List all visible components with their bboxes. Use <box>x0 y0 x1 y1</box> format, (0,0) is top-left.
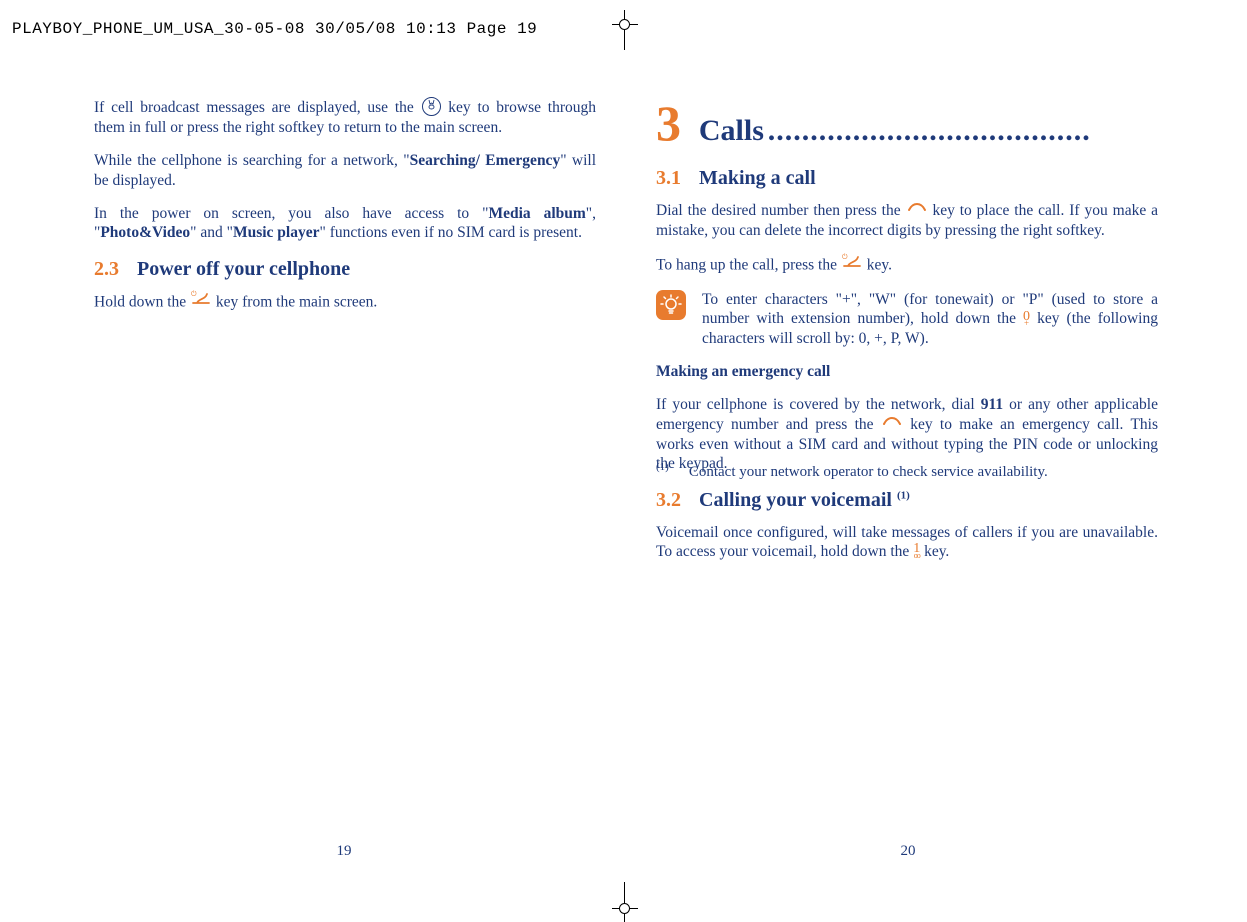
text-bold: Media album <box>488 205 585 222</box>
page-number-left: 19 <box>324 843 364 860</box>
para-searching: While the cellphone is searching for a n… <box>94 151 596 190</box>
section-number: 2.3 <box>94 258 119 280</box>
tip-text: To enter characters "+", "W" (for tonewa… <box>702 290 1158 348</box>
chapter-title: Calls <box>699 112 764 150</box>
section-number: 3.2 <box>656 489 681 511</box>
section-title: Making a call <box>699 167 816 189</box>
text: In the power on screen, you also have ac… <box>94 205 488 222</box>
bunny-key-icon <box>422 97 441 116</box>
tip-bulb-icon <box>656 290 686 320</box>
print-header: PLAYBOY_PHONE_UM_USA_30-05-08 30/05/08 1… <box>12 20 537 38</box>
section-3-2-heading: 3.2 Calling your voicemail (1) <box>656 488 1158 513</box>
text-bold: 911 <box>981 396 1003 413</box>
crop-mark-bottom <box>612 882 638 922</box>
text-bold: Music player <box>233 224 320 241</box>
text: " functions even if no SIM card is prese… <box>320 224 582 241</box>
section-title: Calling your voicemail <box>699 489 897 511</box>
end-key-icon: ⏻ <box>842 253 862 274</box>
page-20: 3 Calls ................................… <box>656 98 1158 575</box>
text-bold: Photo&Video <box>100 224 190 241</box>
call-key-icon <box>882 414 902 433</box>
section-3-1-heading: 3.1 Making a call <box>656 166 1158 191</box>
page-19: If cell broadcast messages are displayed… <box>94 98 596 327</box>
para-dial: Dial the desired number then press the k… <box>656 201 1158 241</box>
svg-text:⏻: ⏻ <box>842 253 848 261</box>
text: If your cellphone is covered by the netw… <box>656 396 981 413</box>
text: Dial the desired number then press the <box>656 202 906 219</box>
svg-text:⏻: ⏻ <box>191 290 197 298</box>
text: If cell broadcast messages are displayed… <box>94 99 421 116</box>
page-number-right: 20 <box>888 843 928 860</box>
text: key from the main screen. <box>216 293 377 310</box>
emergency-heading: Making an emergency call <box>656 362 1158 381</box>
one-key-icon: 1oo <box>913 543 920 560</box>
text: Hold down the <box>94 293 190 310</box>
footnote: (1) Contact your network operator to chec… <box>656 461 1048 482</box>
text: key. <box>867 256 892 273</box>
call-key-icon <box>907 200 927 219</box>
para-broadcast: If cell broadcast messages are displayed… <box>94 98 596 137</box>
para-voicemail: Voicemail once configured, will take mes… <box>656 523 1158 562</box>
crop-mark-top <box>612 10 638 50</box>
footnote-marker: (1) <box>656 461 669 473</box>
para-poweron: In the power on screen, you also have ac… <box>94 204 596 243</box>
chapter-dots: ...................................... <box>768 112 1091 150</box>
para-hangup: To hang up the call, press the ⏻ key. <box>656 255 1158 276</box>
chapter-heading: 3 Calls ................................… <box>656 98 1158 150</box>
text: " and " <box>190 224 233 241</box>
section-number: 3.1 <box>656 167 681 189</box>
chapter-number: 3 <box>656 98 681 148</box>
para-holddown: Hold down the ⏻ key from the main screen… <box>94 292 596 313</box>
section-2-3-heading: 2.3 Power off your cellphone <box>94 257 596 282</box>
footnote-ref: (1) <box>897 489 910 501</box>
section-title: Power off your cellphone <box>137 258 350 280</box>
text: Voicemail once configured, will take mes… <box>656 524 1158 560</box>
text: To hang up the call, press the <box>656 256 841 273</box>
tip-box: To enter characters "+", "W" (for tonewa… <box>656 290 1158 348</box>
footnote-text: Contact your network operator to check s… <box>689 464 1048 480</box>
end-key-icon: ⏻ <box>191 290 211 311</box>
text: key. <box>924 543 949 560</box>
zero-key-icon: 0+ <box>1023 311 1030 327</box>
text: While the cellphone is searching for a n… <box>94 152 410 169</box>
text-bold: Searching/ Emergency <box>410 152 561 169</box>
